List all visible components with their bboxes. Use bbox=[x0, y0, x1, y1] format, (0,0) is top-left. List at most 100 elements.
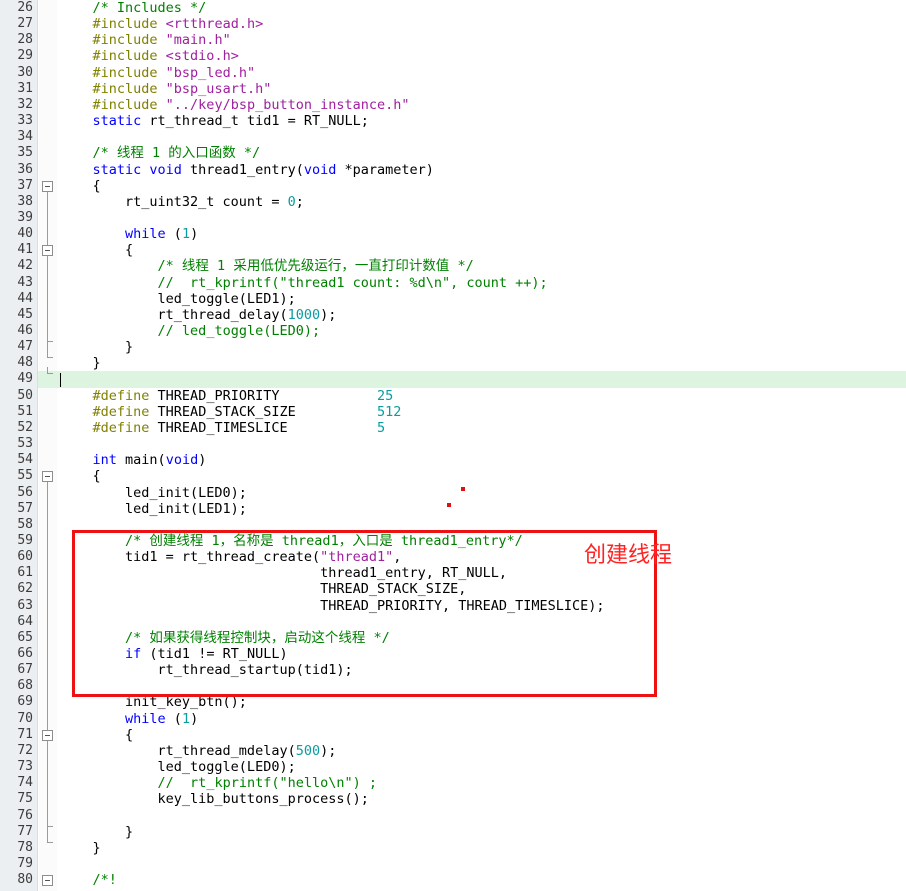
code-editor-view[interactable]: 26 /* Includes */27 #include <rtthread.h… bbox=[0, 0, 906, 891]
code-line[interactable]: 59 /* 创建线程 1，名称是 thread1，入口是 thread1_ent… bbox=[0, 533, 906, 549]
code-line[interactable]: 38 rt_uint32_t count = 0; bbox=[0, 194, 906, 210]
code-line[interactable]: 64 bbox=[0, 614, 906, 630]
code-line[interactable]: 53 bbox=[0, 436, 906, 452]
fold-toggle-expanded[interactable] bbox=[42, 729, 53, 741]
code-line[interactable]: 51 #define THREAD_STACK_SIZE 512 bbox=[0, 404, 906, 420]
code-line[interactable]: 63 THREAD_PRIORITY, THREAD_TIMESLICE); bbox=[0, 598, 906, 614]
code-line[interactable]: 27 #include <rtthread.h> bbox=[0, 16, 906, 32]
code-text[interactable]: rt_thread_delay(1000); bbox=[60, 307, 337, 323]
code-line[interactable]: 37 { bbox=[0, 178, 906, 194]
code-text[interactable]: // led_toggle(LED0); bbox=[60, 323, 321, 339]
code-text[interactable]: THREAD_STACK_SIZE, bbox=[60, 581, 466, 597]
code-line[interactable]: 26 /* Includes */ bbox=[0, 0, 906, 16]
code-text[interactable]: #include "main.h" bbox=[60, 32, 231, 48]
code-line[interactable]: 46 // led_toggle(LED0); bbox=[0, 323, 906, 339]
code-line[interactable]: 30 #include "bsp_led.h" bbox=[0, 65, 906, 81]
code-text[interactable]: // rt_kprintf("thread1 count: %d\n", cou… bbox=[60, 275, 548, 291]
code-text[interactable]: /* Includes */ bbox=[60, 0, 207, 16]
code-text[interactable]: { bbox=[60, 727, 133, 743]
code-text[interactable]: /*! bbox=[60, 872, 117, 888]
code-line[interactable]: 35 /* 线程 1 的入口函数 */ bbox=[0, 145, 906, 161]
code-line[interactable]: 39 bbox=[0, 210, 906, 226]
code-text[interactable]: /* 线程 1 采用低优先级运行，一直打印计数值 */ bbox=[60, 258, 474, 274]
code-text[interactable]: // rt_kprintf("hello\n") ; bbox=[60, 775, 377, 791]
code-line[interactable]: 40 while (1) bbox=[0, 226, 906, 242]
code-text[interactable]: #include <stdio.h> bbox=[60, 48, 239, 64]
code-text[interactable]: } bbox=[60, 840, 101, 856]
code-line[interactable]: 44 led_toggle(LED1); bbox=[0, 291, 906, 307]
fold-toggle-expanded[interactable] bbox=[42, 471, 53, 483]
code-line[interactable]: 60 tid1 = rt_thread_create("thread1", bbox=[0, 549, 906, 565]
code-text[interactable]: } bbox=[60, 339, 133, 355]
code-text[interactable]: THREAD_PRIORITY, THREAD_TIMESLICE); bbox=[60, 598, 604, 614]
code-line[interactable]: 43 // rt_kprintf("thread1 count: %d\n", … bbox=[0, 275, 906, 291]
code-text[interactable]: #define THREAD_TIMESLICE 5 bbox=[60, 420, 386, 436]
code-text[interactable]: #include <rtthread.h> bbox=[60, 16, 264, 32]
code-text[interactable]: { bbox=[60, 468, 101, 484]
code-text[interactable]: rt_thread_startup(tid1); bbox=[60, 662, 353, 678]
code-text[interactable]: #include "../key/bsp_button_instance.h" bbox=[60, 97, 410, 113]
code-line[interactable]: 71 { bbox=[0, 727, 906, 743]
code-text[interactable]: int main(void) bbox=[60, 452, 207, 468]
code-text[interactable]: rt_uint32_t count = 0; bbox=[60, 194, 304, 210]
code-text[interactable]: #define THREAD_PRIORITY 25 bbox=[60, 388, 394, 404]
code-line[interactable]: 47 } bbox=[0, 339, 906, 355]
code-line[interactable]: 58 bbox=[0, 517, 906, 533]
code-line[interactable]: 54 int main(void) bbox=[0, 452, 906, 468]
code-line[interactable]: 31 #include "bsp_usart.h" bbox=[0, 81, 906, 97]
code-line[interactable]: 33 static rt_thread_t tid1 = RT_NULL; bbox=[0, 113, 906, 129]
code-line[interactable]: 56 led_init(LED0); bbox=[0, 485, 906, 501]
code-line[interactable]: 45 rt_thread_delay(1000); bbox=[0, 307, 906, 323]
code-line[interactable]: 52 #define THREAD_TIMESLICE 5 bbox=[0, 420, 906, 436]
code-line[interactable]: 77 } bbox=[0, 824, 906, 840]
code-line[interactable]: 49 bbox=[0, 371, 906, 388]
code-text[interactable]: led_init(LED0); bbox=[60, 485, 247, 501]
code-line[interactable]: 69 init_key_btn(); bbox=[0, 694, 906, 710]
code-text[interactable]: } bbox=[60, 355, 101, 371]
code-line[interactable]: 67 rt_thread_startup(tid1); bbox=[0, 662, 906, 678]
code-text[interactable]: #include "bsp_led.h" bbox=[60, 65, 256, 81]
code-line[interactable]: 36 static void thread1_entry(void *param… bbox=[0, 162, 906, 178]
code-line[interactable]: 41 { bbox=[0, 242, 906, 258]
code-line[interactable]: 72 rt_thread_mdelay(500); bbox=[0, 743, 906, 759]
code-line[interactable]: 65 /* 如果获得线程控制块，启动这个线程 */ bbox=[0, 630, 906, 646]
code-line[interactable]: 76 bbox=[0, 808, 906, 824]
fold-toggle-expanded[interactable] bbox=[42, 875, 53, 887]
code-text[interactable]: #include "bsp_usart.h" bbox=[60, 81, 272, 97]
code-line[interactable]: 62 THREAD_STACK_SIZE, bbox=[0, 581, 906, 597]
code-text[interactable]: init_key_btn(); bbox=[60, 694, 247, 710]
code-line[interactable]: 61 thread1_entry, RT_NULL, bbox=[0, 565, 906, 581]
code-line[interactable]: 73 led_toggle(LED0); bbox=[0, 759, 906, 775]
code-text[interactable]: rt_thread_mdelay(500); bbox=[60, 743, 337, 759]
code-line[interactable]: 66 if (tid1 != RT_NULL) bbox=[0, 646, 906, 662]
code-line[interactable]: 42 /* 线程 1 采用低优先级运行，一直打印计数值 */ bbox=[0, 258, 906, 274]
code-text[interactable]: { bbox=[60, 178, 101, 194]
code-text[interactable]: led_toggle(LED1); bbox=[60, 291, 296, 307]
code-line[interactable]: 50 #define THREAD_PRIORITY 25 bbox=[0, 388, 906, 404]
code-line[interactable]: 34 bbox=[0, 129, 906, 145]
code-text[interactable]: tid1 = rt_thread_create("thread1", bbox=[60, 549, 401, 565]
code-text[interactable]: led_toggle(LED0); bbox=[60, 759, 296, 775]
code-text[interactable]: thread1_entry, RT_NULL, bbox=[60, 565, 507, 581]
code-text[interactable]: while (1) bbox=[60, 226, 198, 242]
code-line[interactable]: 55 { bbox=[0, 468, 906, 484]
code-line[interactable]: 29 #include <stdio.h> bbox=[0, 48, 906, 64]
code-text[interactable]: while (1) bbox=[60, 711, 198, 727]
code-line[interactable]: 74 // rt_kprintf("hello\n") ; bbox=[0, 775, 906, 791]
fold-toggle-expanded[interactable] bbox=[42, 180, 53, 192]
code-text[interactable]: key_lib_buttons_process(); bbox=[60, 791, 369, 807]
code-text[interactable]: /* 创建线程 1，名称是 thread1，入口是 thread1_entry*… bbox=[60, 533, 523, 549]
code-text[interactable]: } bbox=[60, 824, 133, 840]
code-text[interactable]: led_init(LED1); bbox=[60, 501, 247, 517]
code-line[interactable]: 68 bbox=[0, 678, 906, 694]
code-text[interactable]: if (tid1 != RT_NULL) bbox=[60, 646, 288, 662]
code-text[interactable]: static rt_thread_t tid1 = RT_NULL; bbox=[60, 113, 369, 129]
code-line[interactable]: 32 #include "../key/bsp_button_instance.… bbox=[0, 97, 906, 113]
code-text[interactable]: /* 线程 1 的入口函数 */ bbox=[60, 145, 261, 161]
code-line[interactable]: 75 key_lib_buttons_process(); bbox=[0, 791, 906, 807]
code-line[interactable]: 28 #include "main.h" bbox=[0, 32, 906, 48]
code-line[interactable]: 70 while (1) bbox=[0, 711, 906, 727]
code-line[interactable]: 80 /*! bbox=[0, 872, 906, 888]
code-text[interactable]: #define THREAD_STACK_SIZE 512 bbox=[60, 404, 402, 420]
fold-toggle-expanded[interactable] bbox=[42, 245, 53, 257]
